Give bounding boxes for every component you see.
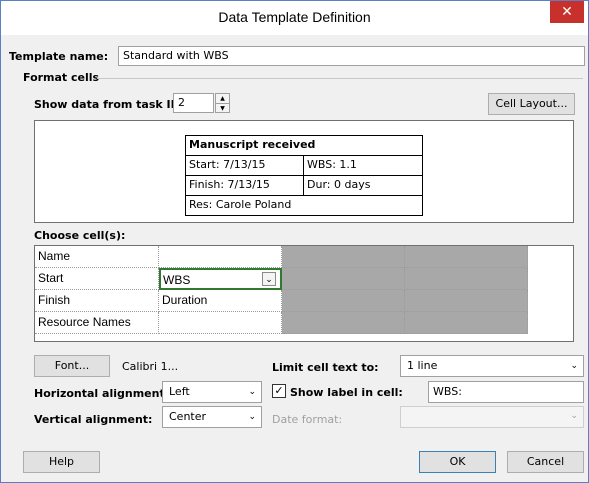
vertical-alignment-label: Vertical alignment: — [34, 413, 153, 426]
preview-resource: Res: Carole Poland — [189, 198, 292, 211]
choose-cells-label: Choose cell(s): — [34, 229, 126, 242]
ok-button[interactable]: OK — [419, 451, 496, 473]
grid-cell-disabled — [282, 268, 405, 290]
horizontal-alignment-value: Left — [169, 385, 190, 398]
grid-cell-disabled — [405, 246, 528, 268]
chevron-down-icon: ⌄ — [570, 411, 578, 421]
cell-layout-button[interactable]: Cell Layout... — [488, 93, 575, 115]
chevron-down-icon: ⌄ — [570, 361, 578, 371]
grid-cell-disabled — [282, 246, 405, 268]
spin-up-icon[interactable]: ▲ — [216, 94, 229, 104]
title-bar[interactable]: Data Template Definition ✕ — [1, 1, 588, 35]
spin-down-icon[interactable]: ▼ — [216, 104, 229, 113]
show-label-checkbox[interactable]: ✓ — [272, 384, 286, 398]
grid-cell-start[interactable]: Start — [35, 268, 159, 290]
cell-grid: Name Start WBS ⌄ Finish Duration Resourc… — [34, 245, 574, 342]
grid-cell-wbs-value: WBS — [163, 273, 191, 287]
close-button[interactable]: ✕ — [550, 1, 584, 23]
show-label-label: Show label in cell: — [290, 386, 403, 399]
preview-finish: Finish: 7/13/15 — [189, 178, 270, 191]
template-preview: Manuscript received Start: 7/13/15 WBS: … — [34, 120, 574, 223]
close-icon[interactable]: ✕ — [561, 4, 573, 20]
preview-card: Manuscript received Start: 7/13/15 WBS: … — [185, 135, 423, 216]
limit-cell-text-label: Limit cell text to: — [272, 361, 379, 374]
checkmark-icon: ✓ — [274, 384, 284, 397]
grid-cell-disabled — [405, 268, 528, 290]
chevron-down-icon: ⌄ — [248, 387, 256, 397]
font-value: Calibri 1... — [122, 360, 179, 373]
grid-cell-finish[interactable]: Finish — [35, 290, 159, 312]
preview-title: Manuscript received — [189, 138, 316, 151]
grid-cell-disabled — [282, 312, 405, 334]
vertical-alignment-value: Center — [169, 410, 207, 423]
preview-wbs: WBS: 1.1 — [303, 156, 357, 175]
group-divider — [97, 78, 583, 79]
horizontal-alignment-select[interactable]: Left ⌄ — [162, 381, 262, 403]
preview-duration: Dur: 0 days — [303, 176, 370, 195]
show-label-input[interactable]: WBS: — [428, 381, 584, 403]
grid-cell-disabled — [405, 312, 528, 334]
date-format-select: ⌄ — [400, 406, 584, 428]
show-data-label: Show data from task ID: — [34, 98, 185, 111]
grid-cell-empty[interactable] — [159, 312, 282, 334]
font-button[interactable]: Font... — [34, 355, 110, 377]
template-name-label: Template name: — [9, 50, 109, 63]
limit-cell-text-value: 1 line — [407, 359, 438, 372]
horizontal-alignment-label: Horizontal alignment: — [34, 387, 170, 400]
preview-start: Start: 7/13/15 — [189, 158, 266, 171]
grid-cell-name[interactable]: Name — [35, 246, 159, 268]
vertical-alignment-select[interactable]: Center ⌄ — [162, 406, 262, 428]
cancel-button[interactable]: Cancel — [507, 451, 584, 473]
grid-cell-duration[interactable]: Duration — [159, 290, 282, 312]
help-button[interactable]: Help — [23, 451, 100, 473]
task-id-input[interactable]: 2 — [173, 93, 214, 113]
chevron-down-icon: ⌄ — [248, 412, 256, 422]
task-id-spinner[interactable]: ▲ ▼ — [215, 93, 230, 113]
grid-cell-resource-names[interactable]: Resource Names — [35, 312, 159, 334]
grid-cell-disabled — [405, 290, 528, 312]
grid-cell-disabled — [282, 290, 405, 312]
chevron-down-icon[interactable]: ⌄ — [262, 272, 276, 286]
template-name-input[interactable]: Standard with WBS — [118, 46, 585, 66]
format-cells-group-label: Format cells — [23, 71, 100, 84]
dialog-window: Data Template Definition ✕ Template name… — [0, 0, 589, 483]
limit-cell-text-select[interactable]: 1 line ⌄ — [400, 355, 584, 377]
window-title: Data Template Definition — [218, 9, 371, 25]
grid-cell-wbs-selected[interactable]: WBS ⌄ — [159, 268, 282, 290]
grid-cell-empty[interactable] — [159, 246, 282, 268]
date-format-label: Date format: — [272, 413, 343, 426]
